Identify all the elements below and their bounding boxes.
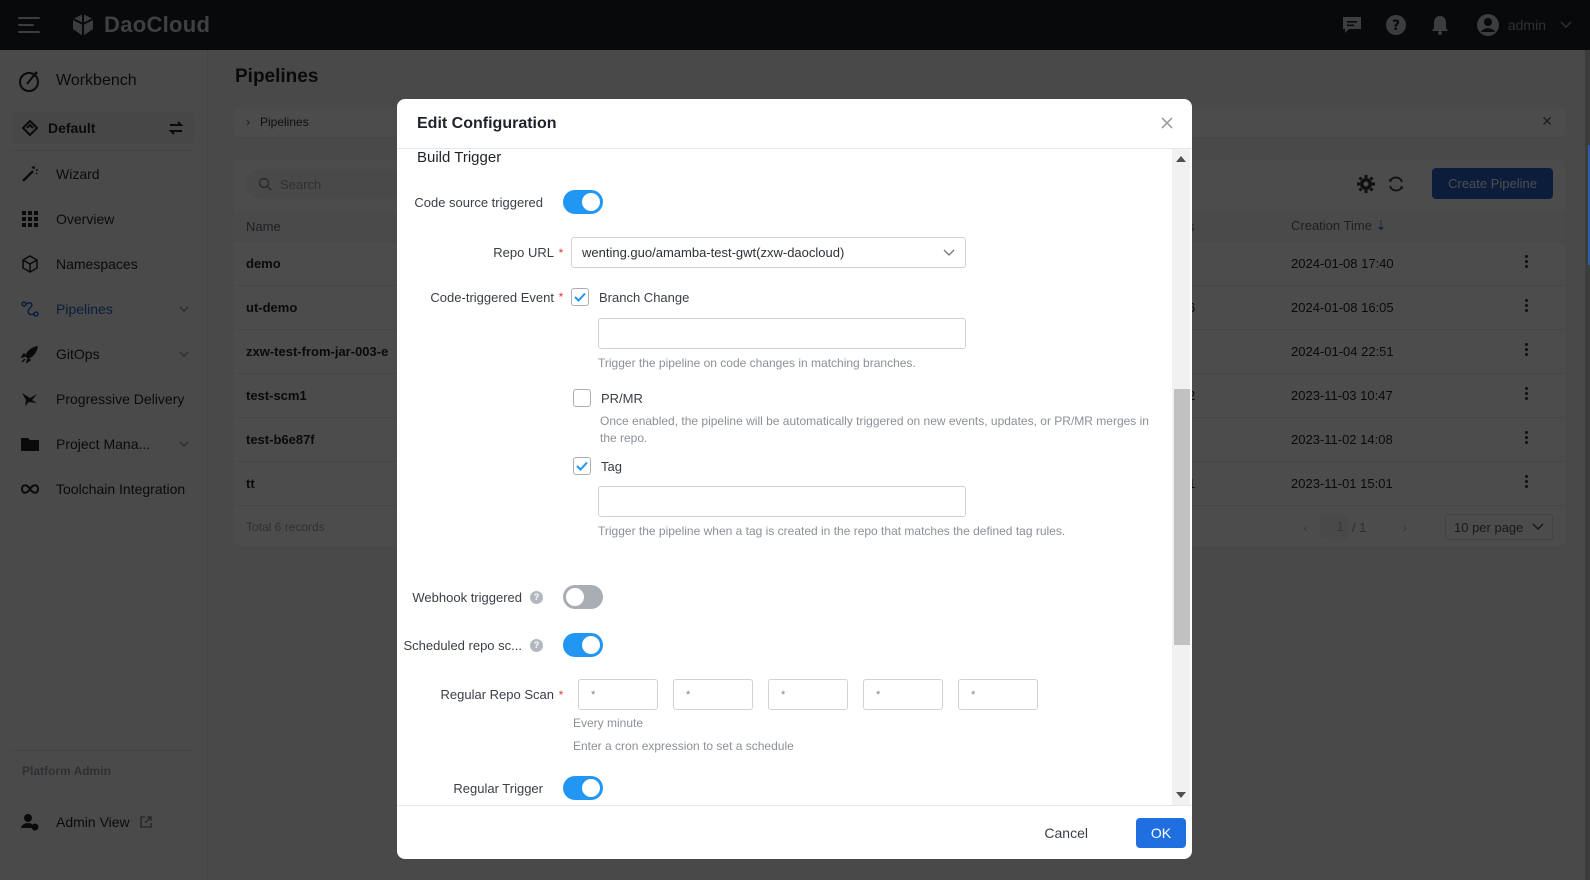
tag-row: Tag xyxy=(573,457,622,475)
field-label: Repo URL xyxy=(493,245,554,260)
branch-change-label: Branch Change xyxy=(599,289,690,305)
cron-minute-input[interactable]: * xyxy=(578,679,658,710)
repo-url-label: Repo URL xyxy=(397,245,554,260)
tag-checkbox[interactable] xyxy=(573,457,591,475)
edit-configuration-dialog: Edit Configuration Build Trigger Code so… xyxy=(397,99,1192,859)
scheduled-scan-toggle[interactable] xyxy=(563,633,603,657)
required-marker: * xyxy=(558,245,564,260)
dialog-footer: Cancel OK xyxy=(397,805,1192,859)
check-icon xyxy=(574,292,586,302)
scrollbar-thumb[interactable] xyxy=(1174,389,1190,645)
required-marker: * xyxy=(558,687,564,702)
field-label: Scheduled repo sc... xyxy=(403,637,522,653)
field-label: Regular Trigger xyxy=(453,780,543,796)
code-event-row: Code-triggered Event * Branch Change xyxy=(397,288,689,306)
cron-month-input[interactable]: * xyxy=(863,679,943,710)
tag-hint: Trigger the pipeline when a tag is creat… xyxy=(598,524,1066,538)
repo-url-value: wenting.guo/amamba-test-gwt(zxw-daocloud… xyxy=(582,245,845,260)
pr-mr-label: PR/MR xyxy=(601,390,643,406)
code-source-row: Code source triggered xyxy=(397,190,603,214)
cron-weekday-input[interactable]: * xyxy=(958,679,1038,710)
toggle-knob xyxy=(582,193,600,211)
pr-mr-row: PR/MR xyxy=(573,389,643,407)
cron-hint: Enter a cron expression to set a schedul… xyxy=(573,739,794,753)
toggle-knob xyxy=(582,636,600,654)
dialog-body: Build Trigger Code source triggered Repo… xyxy=(397,149,1192,805)
regular-scan-label: Regular Repo Scan xyxy=(397,687,554,702)
tag-pattern-input[interactable] xyxy=(598,486,966,517)
pr-mr-checkbox[interactable] xyxy=(573,389,591,407)
regular-trigger-toggle[interactable] xyxy=(563,776,603,800)
required-marker: * xyxy=(558,290,564,304)
tag-label: Tag xyxy=(601,458,622,474)
branch-change-checkbox[interactable] xyxy=(571,288,589,306)
toggle-knob xyxy=(582,779,600,797)
regular-trigger-row: Regular Trigger xyxy=(397,776,603,800)
regular-scan-row: Regular Repo Scan * * * * * * xyxy=(397,679,1053,710)
cron-day-input[interactable]: * xyxy=(768,679,848,710)
field-label: Code-triggered Event xyxy=(430,289,554,305)
repo-url-row: Repo URL * wenting.guo/amamba-test-gwt(z… xyxy=(397,237,966,268)
window-edge xyxy=(1585,50,1590,880)
scheduled-scan-label: Scheduled repo sc... ? xyxy=(397,638,563,653)
scroll-down-icon[interactable] xyxy=(1176,792,1186,798)
branch-change-hint: Trigger the pipeline on code changes in … xyxy=(598,356,916,370)
scheduled-scan-row: Scheduled repo sc... ? xyxy=(397,633,603,657)
field-label: Webhook triggered xyxy=(412,589,522,605)
pr-mr-hint: Once enabled, the pipeline will be autom… xyxy=(600,414,1149,445)
cron-fields: * * * * * xyxy=(578,679,1053,710)
chevron-down-icon xyxy=(943,249,955,256)
dialog-scrollbar[interactable] xyxy=(1172,149,1190,805)
help-icon[interactable]: ? xyxy=(530,590,543,604)
app-root: DaoCloud ? admin Workbench xyxy=(0,0,1590,880)
scroll-up-icon[interactable] xyxy=(1176,156,1186,162)
close-icon[interactable] xyxy=(1158,114,1176,132)
webhook-label: Webhook triggered ? xyxy=(397,590,563,605)
section-title: Build Trigger xyxy=(417,149,502,166)
cancel-button[interactable]: Cancel xyxy=(1044,818,1088,848)
toggle-knob xyxy=(566,588,584,606)
regular-trigger-label: Regular Trigger xyxy=(397,781,563,796)
field-label: Regular Repo Scan xyxy=(440,687,554,702)
webhook-row: Webhook triggered ? xyxy=(397,585,603,609)
cron-hour-input[interactable]: * xyxy=(673,679,753,710)
dialog-header: Edit Configuration xyxy=(397,99,1192,149)
cron-summary: Every minute xyxy=(573,716,644,730)
check-icon xyxy=(576,461,588,471)
ok-button[interactable]: OK xyxy=(1136,818,1186,848)
dialog-title: Edit Configuration xyxy=(417,114,557,132)
field-label: Code source triggered xyxy=(414,194,543,210)
branch-pattern-input[interactable] xyxy=(598,318,966,349)
code-source-toggle[interactable] xyxy=(563,190,603,214)
code-source-label: Code source triggered xyxy=(397,195,563,210)
webhook-toggle[interactable] xyxy=(563,585,603,609)
repo-url-select[interactable]: wenting.guo/amamba-test-gwt(zxw-daocloud… xyxy=(571,237,966,268)
help-icon[interactable]: ? xyxy=(530,638,543,652)
code-event-label: Code-triggered Event xyxy=(397,290,554,305)
